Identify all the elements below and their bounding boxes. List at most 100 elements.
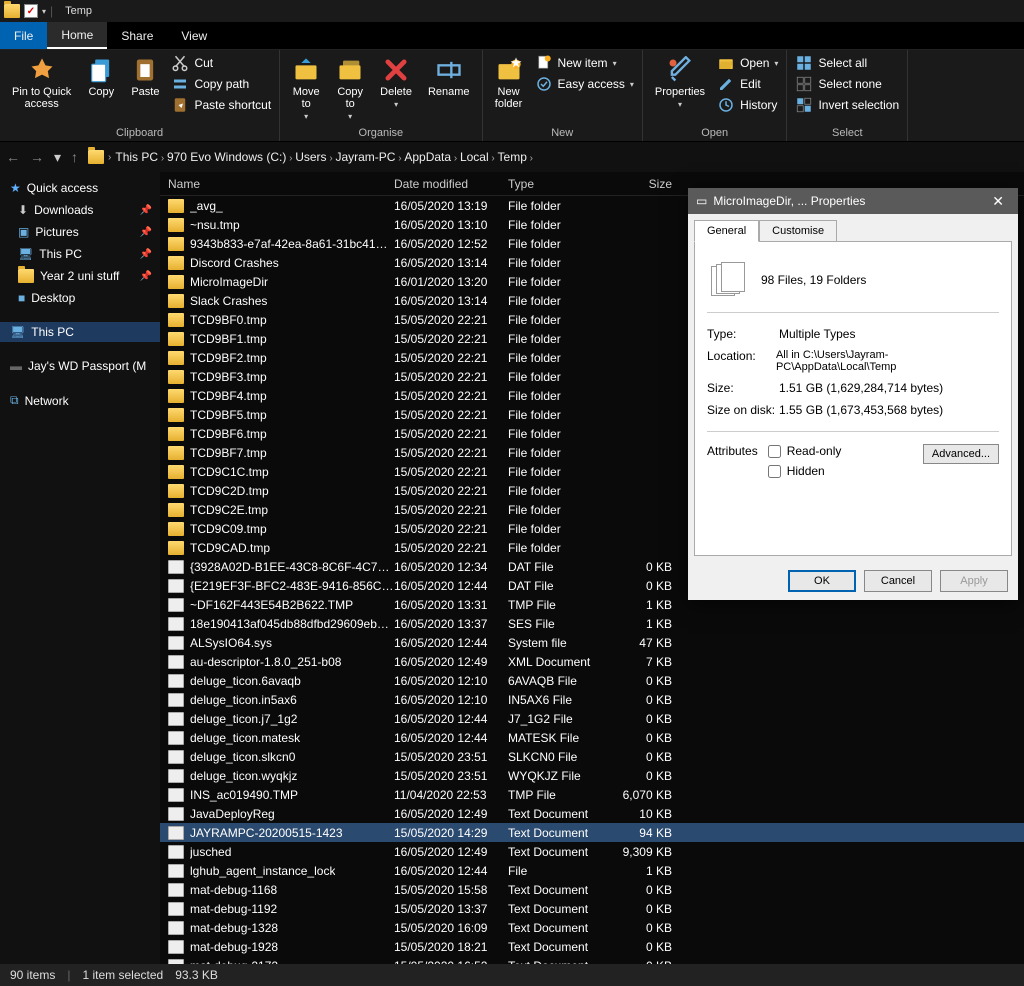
cut-button[interactable]: Cut: [171, 54, 271, 72]
sidebar-quick-access[interactable]: ★Quick access: [0, 178, 160, 198]
readonly-checkbox[interactable]: Read-only: [768, 444, 842, 458]
menu-home[interactable]: Home: [47, 22, 107, 49]
breadcrumb-segment[interactable]: AppData: [404, 150, 451, 164]
move-to-button[interactable]: Move to▾: [288, 54, 324, 123]
file-row[interactable]: mat-debug-116815/05/2020 15:58Text Docum…: [160, 880, 1024, 899]
file-date: 16/05/2020 12:34: [394, 560, 508, 574]
sidebar-this-pc[interactable]: 🖥This PC: [0, 322, 160, 342]
col-header-name[interactable]: Name: [160, 177, 394, 191]
close-button[interactable]: ✕: [986, 193, 1010, 210]
file-row[interactable]: deluge_ticon.j7_1g216/05/2020 12:44J7_1G…: [160, 709, 1024, 728]
file-row[interactable]: INS_ac019490.TMP11/04/2020 22:53TMP File…: [160, 785, 1024, 804]
file-date: 16/05/2020 12:52: [394, 237, 508, 251]
breadcrumb-segment[interactable]: 970 Evo Windows (C:): [167, 150, 286, 164]
properties-title-bar[interactable]: ▭ MicroImageDir, ... Properties ✕: [688, 188, 1018, 214]
nav-forward-button[interactable]: →: [30, 149, 44, 166]
edit-button[interactable]: Edit: [717, 75, 778, 93]
easy-access-button[interactable]: Easy access▾: [535, 75, 634, 93]
ok-button[interactable]: OK: [788, 570, 856, 592]
select-all-button[interactable]: Select all: [795, 54, 899, 72]
file-row[interactable]: deluge_ticon.6avaqb16/05/2020 12:106AVAQ…: [160, 671, 1024, 690]
breadcrumb-segment[interactable]: Local: [460, 150, 489, 164]
file-row[interactable]: mat-debug-119215/05/2020 13:37Text Docum…: [160, 899, 1024, 918]
breadcrumb-segment[interactable]: Users: [295, 150, 326, 164]
file-row[interactable]: lghub_agent_instance_lock16/05/2020 12:4…: [160, 861, 1024, 880]
file-row[interactable]: jusched16/05/2020 12:49Text Document9,30…: [160, 842, 1024, 861]
paste-shortcut-button[interactable]: Paste shortcut: [171, 96, 271, 114]
rename-button[interactable]: Rename: [424, 54, 474, 100]
breadcrumb-segment[interactable]: Temp: [498, 150, 527, 164]
menu-share[interactable]: Share: [107, 22, 167, 49]
file-type: MATESK File: [508, 731, 614, 745]
nav-back-button[interactable]: ←: [6, 149, 20, 166]
file-name: TCD9BF5.tmp: [190, 408, 267, 422]
tab-customise[interactable]: Customise: [759, 220, 837, 242]
file-row[interactable]: au-descriptor-1.8.0_251-b0816/05/2020 12…: [160, 652, 1024, 671]
file-date: 16/05/2020 12:44: [394, 731, 508, 745]
file-type: File folder: [508, 351, 614, 365]
folder-icon: [168, 313, 184, 327]
file-row[interactable]: deluge_ticon.matesk16/05/2020 12:44MATES…: [160, 728, 1024, 747]
file-row[interactable]: deluge_ticon.wyqkjz15/05/2020 23:51WYQKJ…: [160, 766, 1024, 785]
new-folder-button[interactable]: ★New folder: [491, 54, 527, 112]
sidebar-desktop[interactable]: ■Desktop: [0, 288, 160, 308]
copy-path-button[interactable]: Copy path: [171, 75, 271, 93]
copy-button[interactable]: Copy: [83, 54, 119, 100]
file-row[interactable]: mat-debug-192815/05/2020 18:21Text Docum…: [160, 937, 1024, 956]
cancel-button[interactable]: Cancel: [864, 570, 932, 592]
folder-icon: [168, 275, 184, 289]
file-size: 0 KB: [614, 579, 680, 593]
menu-view[interactable]: View: [167, 22, 221, 49]
history-button[interactable]: History: [717, 96, 778, 114]
file-type: System file: [508, 636, 614, 650]
properties-button[interactable]: Properties▾: [651, 54, 709, 111]
advanced-button[interactable]: Advanced...: [923, 444, 999, 464]
file-type: Text Document: [508, 807, 614, 821]
hidden-checkbox[interactable]: Hidden: [768, 464, 842, 478]
qat-dropdown-icon[interactable]: ▾: [42, 7, 46, 16]
file-date: 15/05/2020 22:21: [394, 465, 508, 479]
sidebar-this-pc-quick[interactable]: 🖥This PC📌: [0, 244, 160, 264]
apply-button[interactable]: Apply: [940, 570, 1008, 592]
new-item-button[interactable]: New item▾: [535, 54, 634, 72]
file-row[interactable]: JavaDeployReg16/05/2020 12:49Text Docume…: [160, 804, 1024, 823]
sidebar-network[interactable]: ⧉Network: [0, 390, 160, 411]
file-row[interactable]: deluge_ticon.in5ax616/05/2020 12:10IN5AX…: [160, 690, 1024, 709]
paste-button[interactable]: Paste: [127, 54, 163, 100]
breadcrumb-segment[interactable]: This PC: [115, 150, 158, 164]
file-row[interactable]: mat-debug-132815/05/2020 16:09Text Docum…: [160, 918, 1024, 937]
sidebar-pictures[interactable]: ▣Pictures📌: [0, 222, 160, 242]
select-none-button[interactable]: Select none: [795, 75, 899, 93]
chevron-right-icon: ›: [158, 153, 167, 164]
file-row[interactable]: deluge_ticon.slkcn015/05/2020 23:51SLKCN…: [160, 747, 1024, 766]
folder-icon: [168, 294, 184, 308]
file-type: XML Document: [508, 655, 614, 669]
copy-to-button[interactable]: Copy to▾: [332, 54, 368, 123]
invert-selection-button[interactable]: Invert selection: [795, 96, 899, 114]
sidebar-downloads[interactable]: ⬇Downloads📌: [0, 200, 160, 220]
file-type: WYQKJZ File: [508, 769, 614, 783]
address-bar[interactable]: › This PC › 970 Evo Windows (C:) › Users…: [84, 145, 1018, 169]
open-button[interactable]: Open▾: [717, 54, 778, 72]
delete-button[interactable]: Delete▾: [376, 54, 416, 111]
col-header-date[interactable]: Date modified: [394, 177, 508, 191]
breadcrumb-segment[interactable]: Jayram-PC: [335, 150, 395, 164]
sidebar-jays-drive[interactable]: ▬Jay's WD Passport (M: [0, 356, 160, 376]
nav-up-button[interactable]: ↑: [71, 149, 78, 166]
file-date: 15/05/2020 22:21: [394, 351, 508, 365]
pin-quick-access-button[interactable]: Pin to Quick access: [8, 54, 75, 112]
col-header-type[interactable]: Type: [508, 177, 614, 191]
menu-file[interactable]: File: [0, 22, 47, 49]
file-row[interactable]: ALSysIO64.sys16/05/2020 12:44System file…: [160, 633, 1024, 652]
file-icon: [168, 636, 184, 650]
chevron-right-icon: ›: [108, 152, 111, 163]
file-row[interactable]: JAYRAMPC-20200515-142315/05/2020 14:29Te…: [160, 823, 1024, 842]
tab-general[interactable]: General: [694, 220, 759, 242]
sidebar-year2[interactable]: Year 2 uni stuff📌: [0, 266, 160, 286]
file-type: DAT File: [508, 579, 614, 593]
properties-icon: ▭: [696, 194, 707, 208]
qat-checkbox-icon[interactable]: ✓: [24, 4, 38, 18]
file-row[interactable]: 18e190413af045db88dfbd29609eb877.db...16…: [160, 614, 1024, 633]
col-header-size[interactable]: Size: [614, 177, 680, 191]
nav-recent-button[interactable]: ▾: [54, 149, 61, 166]
